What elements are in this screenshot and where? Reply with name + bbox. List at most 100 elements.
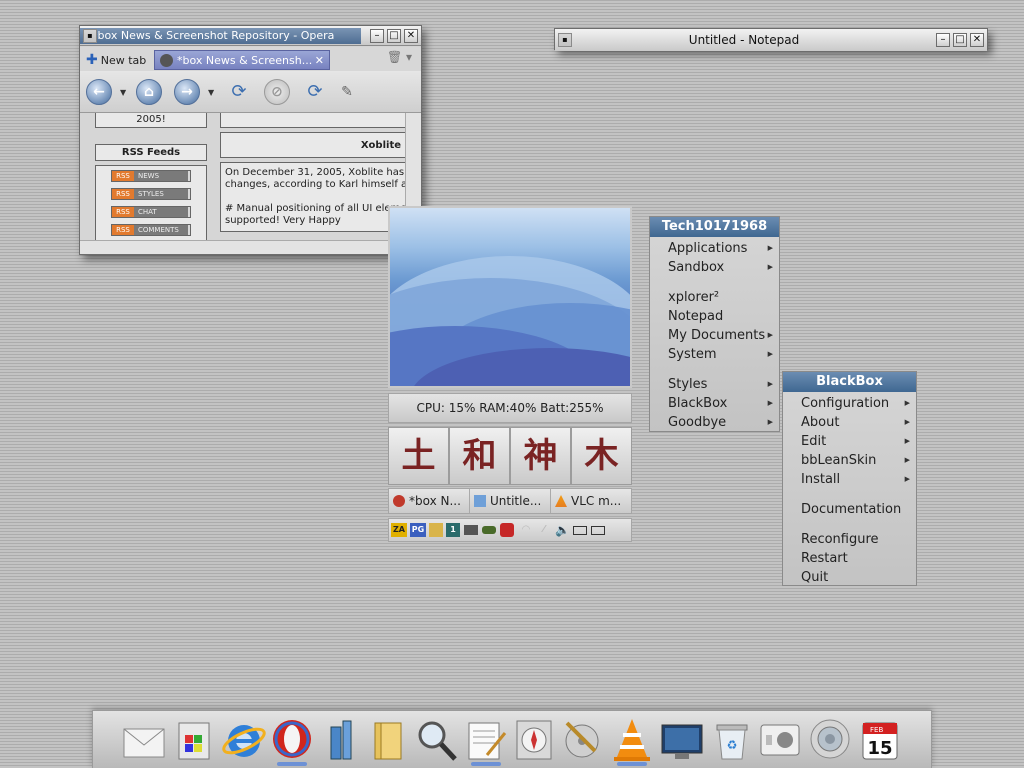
close-button[interactable]: ✕ (404, 28, 418, 43)
menu-item-styles[interactable]: Styles ▶ (668, 375, 779, 394)
menu-item-notepad[interactable]: Notepad (668, 307, 779, 326)
calendar-icon[interactable]: FEB 15 (857, 715, 903, 763)
window-menu-button[interactable]: ▪ (558, 33, 572, 47)
menu-item-goodbye[interactable]: Goodbye ▶ (668, 413, 779, 432)
folder-icon[interactable] (365, 715, 411, 763)
task-vlc[interactable]: VLC m... (551, 489, 631, 513)
stop-button[interactable]: ⊘ (264, 79, 290, 105)
edit-icon[interactable]: ✎ (336, 81, 358, 103)
submenu-arrow-icon: ▶ (767, 331, 773, 339)
workspace-button[interactable]: 木 (571, 427, 632, 485)
menu-item-sandbox[interactable]: Sandbox ▶ (668, 258, 779, 277)
home-button[interactable]: ⌂ (136, 79, 162, 105)
back-dropdown-icon[interactable]: ▼ (120, 88, 126, 97)
rss-styles-link[interactable]: RSS STYLES (111, 188, 191, 200)
menu-item-blackbox[interactable]: BlackBox ▶ (668, 394, 779, 413)
workspace-switcher: 土 和 神 木 (388, 427, 632, 485)
windows-store-icon[interactable] (171, 715, 217, 763)
task-opera[interactable]: *box N... (389, 489, 470, 513)
new-tab-label: New tab (100, 54, 147, 67)
trash-icon[interactable]: 🗑 ▾ (387, 50, 413, 68)
opera-icon (393, 495, 405, 507)
workspace-button[interactable]: 土 (388, 427, 449, 485)
workspace-button[interactable]: 和 (449, 427, 510, 485)
wireless-icon[interactable]: ◠ (519, 523, 533, 537)
menu-item-xplorer[interactable]: xplorer² (668, 288, 779, 307)
horizontal-scrollbar[interactable] (80, 240, 405, 254)
opera-titlebar[interactable]: ▪ *box News & Screenshot Repository - Op… (80, 26, 421, 46)
rss-tag: RSS (112, 171, 134, 181)
submenu-arrow-icon: ▶ (767, 263, 773, 271)
zonealarm-icon[interactable]: ZA (391, 523, 407, 537)
menu-item-label: Configuration (801, 396, 890, 411)
menu-item-about[interactable]: About ▶ (801, 413, 916, 432)
menu-item-bbleanskin[interactable]: bbLeanSkin ▶ (801, 451, 916, 470)
finder-icon[interactable] (757, 715, 803, 763)
opera-icon[interactable] (269, 715, 315, 766)
network-icon[interactable] (319, 715, 365, 763)
menu-item-reconfigure[interactable]: Reconfigure (801, 530, 916, 549)
submenu-arrow-icon: ▶ (767, 399, 773, 407)
network-icon[interactable] (591, 526, 605, 535)
new-tab-button[interactable]: ✚ New tab (86, 50, 152, 70)
minimize-button[interactable]: – (370, 28, 384, 43)
article: Xoblite On December 31, 2005, Xoblite ha… (220, 113, 406, 232)
forward-dropdown-icon[interactable]: ▼ (208, 88, 214, 97)
monitor-icon[interactable] (464, 525, 478, 535)
menu-item-label: Documentation (801, 502, 902, 517)
menu-item-label: Install (801, 472, 841, 487)
internet-explorer-icon[interactable] (221, 715, 267, 763)
task-notepad[interactable]: Untitle... (470, 489, 551, 513)
back-button[interactable]: ← (86, 79, 112, 105)
maximize-button[interactable]: □ (953, 33, 967, 47)
menu-item-quit[interactable]: Quit (801, 568, 916, 587)
vlc-icon[interactable] (609, 715, 655, 766)
tank-icon[interactable] (482, 526, 496, 534)
compass-icon[interactable] (511, 715, 557, 763)
ati-icon[interactable] (500, 523, 514, 537)
reload-icon[interactable]: ⟳ (228, 81, 250, 103)
menu-item-documentation[interactable]: Documentation (801, 500, 916, 519)
window-menu-button[interactable]: ▪ (83, 28, 97, 43)
reload-all-icon[interactable]: ⟳ (304, 81, 326, 103)
menu-item-label: Reconfigure (801, 532, 879, 547)
menu-item-system[interactable]: System ▶ (668, 345, 779, 364)
search-magnifier-icon[interactable] (413, 715, 459, 763)
rss-tag: RSS (112, 189, 134, 199)
rss-comments-link[interactable]: RSS COMMENTS (111, 224, 191, 236)
app-icon[interactable] (429, 523, 443, 537)
opera-window: ▪ *box News & Screenshot Repository - Op… (79, 25, 422, 255)
taskbar: *box N... Untitle... VLC m... (388, 488, 632, 514)
volume-icon[interactable]: 🔈 (555, 523, 570, 537)
rss-chat-link[interactable]: RSS CHAT (111, 206, 191, 218)
menu-item-configuration[interactable]: Configuration ▶ (801, 394, 916, 413)
menu-item-install[interactable]: Install ▶ (801, 470, 916, 489)
menu-item-restart[interactable]: Restart (801, 549, 916, 568)
menu-item-applications[interactable]: Applications ▶ (668, 239, 779, 258)
minimize-button[interactable]: – (936, 33, 950, 47)
workspace-1-icon[interactable]: 1 (446, 523, 460, 537)
notepad-icon[interactable] (463, 715, 509, 766)
mail-icon[interactable] (121, 715, 167, 763)
pg-icon[interactable]: PG (410, 523, 426, 537)
battery-icon[interactable] (573, 526, 587, 535)
page-sidebar: 2005! RSS Feeds RSS NEWS RSS STYLES RSS CHA… (95, 113, 207, 254)
running-indicator (471, 762, 501, 766)
menu-item-my-documents[interactable]: My Documents ▶ (668, 326, 779, 345)
close-tab-icon[interactable]: ✕ (315, 51, 324, 71)
workspace-button[interactable]: 神 (510, 427, 571, 485)
tab-active[interactable]: *box News & Screensh... ✕ (154, 50, 330, 70)
disk-utility-icon[interactable] (559, 715, 605, 763)
forward-button[interactable]: → (174, 79, 200, 105)
monitor-wallpaper-icon[interactable] (659, 715, 705, 763)
rss-news-link[interactable]: RSS NEWS (111, 170, 191, 182)
close-button[interactable]: ✕ (970, 33, 984, 47)
speaker-icon[interactable] (807, 715, 853, 763)
recycle-bin-icon[interactable]: ♻ (709, 715, 755, 763)
maximize-button[interactable]: □ (387, 28, 401, 43)
notepad-titlebar[interactable]: ▪ Untitled - Notepad – □ ✕ (555, 29, 987, 51)
submenu-arrow-icon: ▶ (904, 456, 910, 464)
submenu-arrow-icon: ▶ (767, 380, 773, 388)
menu-item-edit[interactable]: Edit ▶ (801, 432, 916, 451)
signal-icon[interactable]: ⁄ (537, 523, 551, 537)
